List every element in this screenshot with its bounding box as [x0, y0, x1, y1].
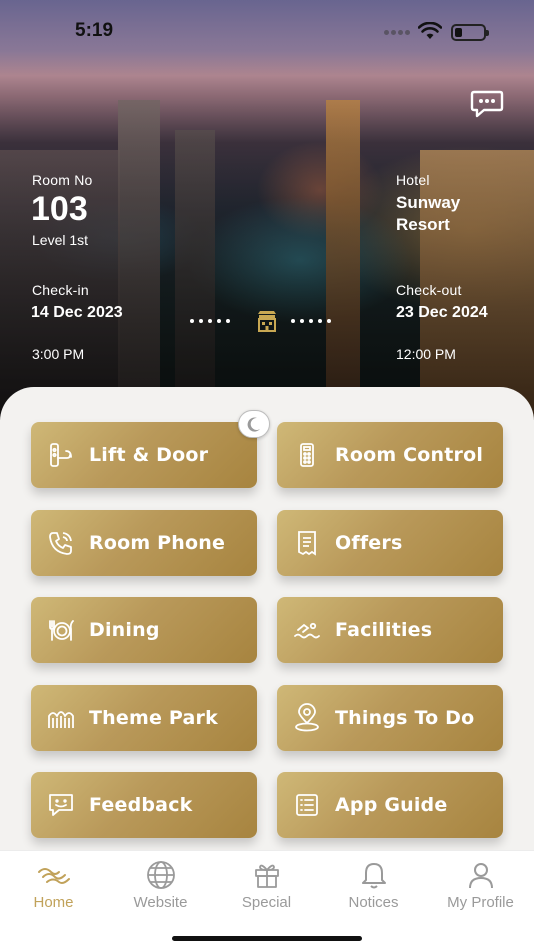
tab-special[interactable]: Special [213, 851, 320, 911]
hotel-label: Hotel [396, 172, 430, 188]
stay-dots-left [190, 319, 230, 323]
location-pin-icon [279, 703, 335, 733]
tile-dining[interactable]: Dining [31, 597, 257, 663]
tile-label: Room Phone [89, 532, 226, 554]
user-icon [467, 858, 495, 891]
room-level: Level 1st [32, 232, 89, 248]
checkout-label: Check-out [396, 282, 462, 298]
tile-label: Lift & Door [89, 444, 209, 466]
chat-icon[interactable] [470, 88, 504, 120]
tile-label: Feedback [89, 794, 193, 816]
tab-website[interactable]: Website [107, 851, 214, 911]
tab-label: Home [33, 894, 74, 911]
status-time: 5:19 [75, 20, 114, 41]
home-logo-icon [37, 858, 71, 891]
tile-label: App Guide [335, 794, 448, 816]
battery-icon [451, 24, 489, 41]
tile-label: Things To Do [335, 707, 475, 729]
checkout-date: 23 Dec 2024 [396, 304, 488, 321]
home-indicator[interactable] [172, 936, 362, 941]
status-bar: 5:19 [0, 0, 534, 62]
gift-icon [252, 858, 282, 891]
moon-icon [247, 417, 260, 432]
room-number: 103 [31, 190, 88, 228]
hotel-name: Sunway Resort [396, 193, 461, 234]
tile-room-phone[interactable]: Room Phone [31, 510, 257, 576]
checkin-date: 14 Dec 2023 [31, 304, 123, 321]
lift-door-icon [33, 441, 89, 469]
wifi-icon [418, 22, 442, 39]
tile-app-guide[interactable]: App Guide [277, 772, 503, 838]
bell-icon [360, 858, 388, 891]
tile-label: Room Control [335, 444, 484, 466]
room-number-label: Room No [32, 172, 93, 188]
tile-label: Theme Park [89, 707, 218, 729]
tile-label: Facilities [335, 619, 433, 641]
hotel-building-icon [258, 311, 276, 332]
tile-facilities[interactable]: Facilities [277, 597, 503, 663]
tab-label: Notices [348, 894, 399, 911]
tab-label: Special [241, 894, 292, 911]
tab-label: Website [133, 894, 188, 911]
checkin-time: 3:00 PM [32, 346, 85, 362]
tile-things-to-do[interactable]: Things To Do [277, 685, 503, 751]
tile-label: Dining [89, 619, 160, 641]
checkout-time: 12:00 PM [396, 346, 456, 362]
tab-my-profile[interactable]: My Profile [427, 851, 534, 911]
cellular-signal-icon [384, 30, 410, 36]
stay-dots-right [291, 319, 331, 323]
tile-theme-park[interactable]: Theme Park [31, 685, 257, 751]
tab-notices[interactable]: Notices [320, 851, 427, 911]
tile-label: Offers [335, 532, 403, 554]
app-guide-icon [279, 792, 335, 818]
theme-park-icon [33, 704, 89, 732]
dining-icon [33, 616, 89, 644]
tile-offers[interactable]: Offers [277, 510, 503, 576]
tile-feedback[interactable]: Feedback [31, 772, 257, 838]
feedback-icon [33, 791, 89, 819]
tile-room-control[interactable]: Room Control [277, 422, 503, 488]
globe-icon [145, 858, 177, 891]
checkin-label: Check-in [32, 282, 89, 298]
tab-label: My Profile [447, 894, 514, 911]
offers-icon [279, 529, 335, 557]
tab-home[interactable]: Home [0, 851, 107, 911]
phone-icon [33, 529, 89, 557]
dark-mode-toggle[interactable] [238, 410, 270, 438]
bottom-tab-bar: Home Website Special Notices My Profile [0, 850, 534, 950]
facilities-icon [279, 616, 335, 644]
room-control-icon [279, 441, 335, 469]
tile-lift-door[interactable]: Lift & Door [31, 422, 257, 488]
